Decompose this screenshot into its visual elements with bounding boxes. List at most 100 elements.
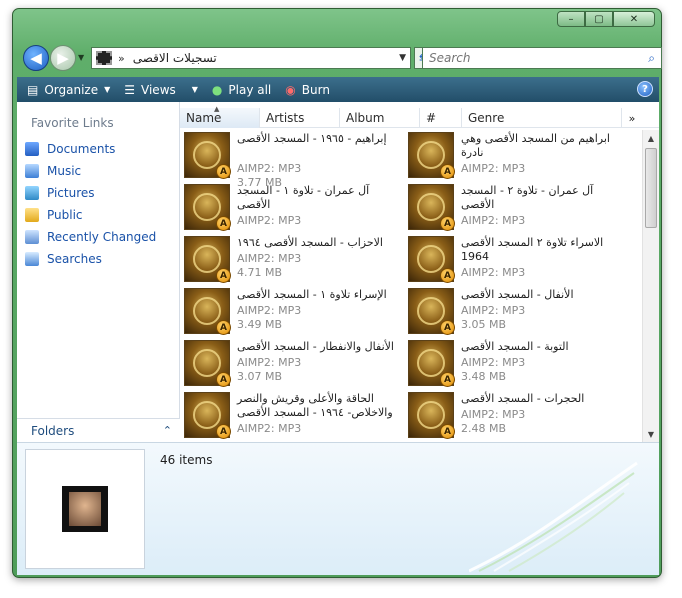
scroll-down-icon[interactable]: ▼ xyxy=(643,426,659,442)
file-type: AIMP2: MP3 xyxy=(461,408,526,421)
favorite-link-searches[interactable]: Searches xyxy=(25,248,156,270)
file-title: الأنفال - المسجد الأقصى xyxy=(461,288,574,301)
file-type: AIMP2: MP3 xyxy=(461,356,526,369)
file-tile[interactable]: A ابراهيم من المسجد الأقصى وهي نادرة AIM… xyxy=(404,130,626,180)
file-tile[interactable]: A التوبة - المسجد الأقصى AIMP2: MP3 3.48… xyxy=(404,338,626,388)
item-count: 46 items xyxy=(160,453,213,467)
favorite-links-heading: Favorite Links xyxy=(31,116,114,130)
album-art-thumbnail: A xyxy=(408,392,455,439)
column-artists-label: Artists xyxy=(266,111,305,125)
file-size: 3.49 MB xyxy=(237,318,283,331)
breadcrumb-current-folder[interactable]: تسجيلات الاقصى xyxy=(133,51,217,65)
views-button[interactable]: ☰ Views ▼ xyxy=(124,83,198,97)
organize-button[interactable]: ▤ Organize ▼ xyxy=(27,83,110,97)
file-tile[interactable]: A آل عمران - تلاوة ١ - المسجد الأقصى AIM… xyxy=(180,182,402,232)
play-all-button[interactable]: ● Play all xyxy=(212,83,271,97)
forward-arrow-icon: ▶ xyxy=(57,49,69,67)
pictures-icon xyxy=(25,186,39,200)
organize-label: Organize xyxy=(44,82,99,97)
file-tile[interactable]: A إبراهيم - ١٩٦٥ - المسجد الأقصى AIMP2: … xyxy=(180,130,402,189)
album-art-thumbnail: A xyxy=(408,236,455,283)
file-type: AIMP2: MP3 xyxy=(237,214,302,227)
favorite-links-list: Documents Music Pictures Public Recently… xyxy=(25,138,156,270)
file-list-pane: ▲ Name Artists Album # Genre » A إبراهيم … xyxy=(180,102,659,442)
column-number[interactable]: # xyxy=(420,108,462,128)
scroll-up-icon[interactable]: ▲ xyxy=(643,130,659,146)
favorite-link-recently-changed[interactable]: Recently Changed xyxy=(25,226,156,248)
file-title: آل عمران - تلاوة ١ - المسجد الأقصى xyxy=(237,184,370,211)
burn-button[interactable]: ◉ Burn xyxy=(285,83,330,97)
favorite-link-pictures[interactable]: Pictures xyxy=(25,182,156,204)
file-title: الحجرات - المسجد الأقصى xyxy=(461,392,585,405)
file-grid: A إبراهيم - ١٩٦٥ - المسجد الأقصى AIMP2: … xyxy=(180,130,640,442)
favorite-link-documents[interactable]: Documents xyxy=(25,138,156,160)
column-album-label: Album xyxy=(346,111,385,125)
file-type: AIMP2: MP3 xyxy=(461,214,526,227)
file-tile[interactable]: A الاسراء تلاوة ٢ المسجد الأقصى 1964 AIM… xyxy=(404,234,626,284)
back-button[interactable]: ◀ xyxy=(23,45,49,71)
album-art-thumbnail: A xyxy=(408,132,455,179)
column-genre[interactable]: Genre xyxy=(462,108,622,128)
file-tile[interactable]: A آل عمران - تلاوة ٢ - المسجد الأقصى AIM… xyxy=(404,182,626,232)
column-name[interactable]: ▲ Name xyxy=(180,105,260,128)
maximize-button[interactable]: ▢ xyxy=(585,11,613,27)
column-name-label: Name xyxy=(186,111,222,125)
chevron-down-icon: ▼ xyxy=(191,85,198,94)
file-title: الحاقة والأعلى وقريش والنصر والاخلاص- ١٩… xyxy=(237,392,393,419)
aimp-badge-icon: A xyxy=(440,216,455,231)
address-row: ◀ ▶ ▼ » تسجيلات الاقصى ▼ ⇆ ⌕ xyxy=(19,43,662,75)
address-dropdown-icon[interactable]: ▼ xyxy=(399,53,406,63)
file-tile[interactable]: A الاحزاب - المسجد الأقصى ١٩٦٤ AIMP2: MP… xyxy=(180,234,402,284)
file-title: الأنفال والانفطار - المسجد الأقصى xyxy=(237,340,394,353)
file-type: AIMP2: MP3 xyxy=(237,252,302,265)
file-type: AIMP2: MP3 xyxy=(237,356,302,369)
search-icon[interactable]: ⌕ xyxy=(648,51,655,66)
file-type: AIMP2: MP3 xyxy=(237,304,302,317)
burn-label: Burn xyxy=(301,82,330,97)
navigation-pane: Favorite Links Documents Music Pictures … xyxy=(17,102,180,442)
favorite-link-label: Searches xyxy=(47,252,102,266)
file-size: 3.05 MB xyxy=(461,318,507,331)
column-artists[interactable]: Artists xyxy=(260,108,340,128)
aimp-badge-icon: A xyxy=(216,164,231,179)
file-type: AIMP2: MP3 xyxy=(237,162,302,175)
vertical-scrollbar[interactable]: ▲ ▼ xyxy=(642,130,659,442)
folders-toggle[interactable]: Folders ⌃ xyxy=(17,418,180,442)
aimp-badge-icon: A xyxy=(440,320,455,335)
file-tile[interactable]: A الأنفال والانفطار - المسجد الأقصى AIMP… xyxy=(180,338,402,388)
breadcrumb-separator[interactable]: » xyxy=(118,52,125,65)
recently-changed-icon xyxy=(25,230,39,244)
folder-preview xyxy=(25,449,145,569)
help-icon[interactable]: ? xyxy=(637,81,653,97)
search-box[interactable]: ⌕ xyxy=(422,47,662,69)
film-folder-icon xyxy=(62,486,108,532)
column-album[interactable]: Album xyxy=(340,108,420,128)
file-tile[interactable]: A الحجرات - المسجد الأقصى AIMP2: MP3 2.4… xyxy=(404,390,626,440)
recent-pages-dropdown[interactable]: ▼ xyxy=(78,53,84,62)
forward-button[interactable]: ▶ xyxy=(50,45,76,71)
more-columns-button[interactable]: » xyxy=(622,108,642,128)
file-title: الاحزاب - المسجد الأقصى ١٩٦٤ xyxy=(237,236,383,249)
decorative-swoosh xyxy=(469,461,638,573)
file-title: إبراهيم - ١٩٦٥ - المسجد الأقصى xyxy=(237,132,387,145)
file-tile[interactable]: A الإسراء تلاوة ١ - المسجد الأقصى AIMP2:… xyxy=(180,286,402,336)
views-icon: ☰ xyxy=(124,82,136,97)
favorite-link-public[interactable]: Public xyxy=(25,204,156,226)
favorite-link-music[interactable]: Music xyxy=(25,160,156,182)
aimp-badge-icon: A xyxy=(216,268,231,283)
search-input[interactable] xyxy=(429,51,629,65)
file-title: الاسراء تلاوة ٢ المسجد الأقصى 1964 xyxy=(461,236,604,263)
minimize-button[interactable]: – xyxy=(557,11,585,27)
file-type: AIMP2: MP3 xyxy=(237,422,302,435)
address-bar[interactable]: » تسجيلات الاقصى ▼ xyxy=(91,47,411,69)
close-button[interactable]: ✕ xyxy=(613,11,655,27)
column-genre-label: Genre xyxy=(468,111,505,125)
file-tile[interactable]: A الأنفال - المسجد الأقصى AIMP2: MP3 3.0… xyxy=(404,286,626,336)
album-art-thumbnail: A xyxy=(408,340,455,387)
file-title: ابراهيم من المسجد الأقصى وهي نادرة xyxy=(461,132,610,159)
play-icon: ● xyxy=(211,82,223,97)
album-art-thumbnail: A xyxy=(184,184,231,231)
scrollbar-thumb[interactable] xyxy=(645,148,657,228)
file-type: AIMP2: MP3 xyxy=(461,304,526,317)
file-tile[interactable]: A الحاقة والأعلى وقريش والنصر والاخلاص- … xyxy=(180,390,402,440)
